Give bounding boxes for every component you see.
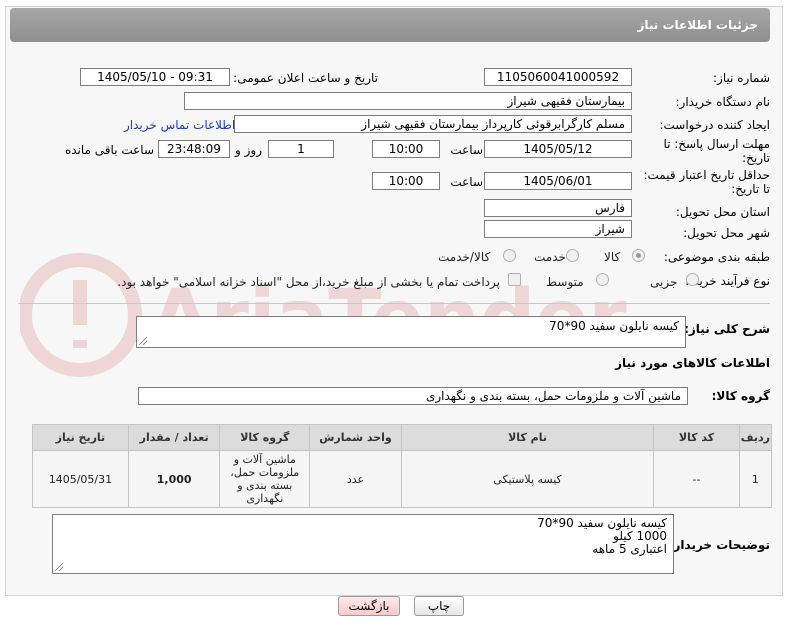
print-button[interactable]: چاپ [414, 596, 464, 616]
category-radio-both[interactable] [503, 249, 516, 262]
goods-group-field: ماشین آلات و ملزومات حمل، بسته بندی و نگ… [138, 387, 688, 405]
purchase-label-minor: جزیی [650, 275, 678, 289]
price-time-field: 10:00 [372, 172, 440, 190]
announce-datetime-field: 1405/05/10 - 09:31 [80, 68, 230, 86]
col-unit: واحد شمارش [309, 424, 402, 451]
reply-days-field: 1 [268, 140, 334, 158]
resize-grip-icon[interactable] [139, 337, 147, 345]
items-table: ردیف کد کالا نام کالا واحد شمارش گروه کا… [32, 424, 773, 508]
province-field: فارس [484, 199, 632, 217]
purchase-label-medium: متوسط [546, 275, 584, 289]
reply-time-field: 10:00 [372, 140, 440, 158]
buyer-org-field: بیمارستان فقیهی شیراز [184, 92, 632, 110]
remaining-time-field: 23:48:09 [158, 140, 230, 158]
buyer-notes-line: کیسه نایلون سفید 90*70 [537, 516, 667, 530]
price-date-field: 1405/06/01 [484, 172, 632, 190]
col-date: تاریخ نیاز [32, 424, 129, 451]
col-group: گروه کالا [219, 424, 311, 451]
purchase-radio-minor[interactable] [686, 273, 699, 286]
requester-field: مسلم کارگرابرقوئی کارپرداز بیمارستان فقی… [234, 115, 632, 133]
buyer-notes-line: 1000 کیلو [613, 529, 667, 543]
price-time-label: ساعت [450, 175, 483, 189]
cell-qty: 1,000 [127, 450, 221, 508]
cell-row-no: 1 [738, 450, 773, 508]
resize-grip-icon[interactable] [55, 563, 63, 571]
cell-unit: عدد [309, 450, 402, 508]
col-qty: تعداد / مقدار [127, 424, 221, 451]
back-button[interactable]: بازگشت [338, 596, 400, 616]
category-radio-goods[interactable] [632, 249, 645, 262]
announce-datetime-label: تاریخ و ساعت اعلان عمومی: [233, 71, 378, 85]
buyer-org-label: نام دستگاه خریدار: [675, 95, 771, 109]
col-name: نام کالا [400, 424, 655, 451]
city-label: شهر محل تحویل: [683, 226, 770, 240]
price-validity-label: حداقل تاریخ اعتبار قیمت: تا تاریخ: [643, 168, 770, 196]
col-code: کد کالا [653, 424, 740, 451]
col-row-no: ردیف [738, 424, 773, 451]
cell-group: ماشین آلات و ملزومات حمل، بسته بندی و نگ… [219, 450, 311, 508]
buyer-notes-textarea[interactable]: کیسه نایلون سفید 90*70 1000 کیلو اعتباری… [52, 514, 674, 574]
goods-info-heading: اطلاعات کالاهای مورد نیاز [615, 356, 770, 370]
category-radio-service[interactable] [566, 249, 579, 262]
cell-code: -- [653, 450, 740, 508]
need-number-label: شماره نیاز: [713, 71, 770, 85]
day-and-label: روز و [235, 143, 262, 157]
buyer-notes-label: توضیحات خریدار: [668, 538, 770, 552]
remaining-label: ساعت باقی مانده [64, 143, 154, 157]
requester-label: ایجاد کننده درخواست: [659, 118, 770, 132]
need-number-field: 1105060041000592 [484, 68, 632, 86]
province-label: استان محل تحویل: [675, 205, 770, 219]
table-row[interactable]: 1 -- کیسه پلاستیکی عدد ماشین آلات و ملزو… [32, 450, 773, 508]
general-desc-text: کیسه نایلون سفید 90*70 [549, 319, 679, 333]
category-label-goods: کالا [604, 250, 621, 264]
reply-time-label: ساعت [450, 143, 483, 157]
buyer-contact-link[interactable]: اطلاعات تماس خریدار [124, 118, 235, 132]
city-field: شیراز [484, 220, 632, 238]
divider [18, 303, 770, 304]
table-header-row: ردیف کد کالا نام کالا واحد شمارش گروه کا… [32, 424, 773, 451]
treasury-payment-note: پرداخت تمام یا بخشی از مبلغ خرید،از محل … [117, 275, 500, 289]
general-desc-label: شرح کلی نیاز: [684, 322, 770, 336]
reply-deadline-label: مهلت ارسال پاسخ: تا تاریخ: [663, 137, 770, 165]
goods-group-label: گروه کالا: [711, 389, 770, 403]
reply-date-field: 1405/05/12 [484, 140, 632, 158]
category-label-service: خدمت [534, 250, 566, 264]
general-desc-textarea[interactable]: کیسه نایلون سفید 90*70 [136, 316, 686, 348]
purchase-radio-medium[interactable] [596, 273, 609, 286]
buyer-notes-line: اعتباری 5 ماهه [592, 542, 667, 556]
category-label: طبقه بندی موضوعی: [663, 250, 770, 264]
page-title: جزئیات اطلاعات نیاز [10, 8, 770, 42]
cell-date: 1405/05/31 [32, 450, 129, 508]
category-label-both: کالا/خدمت [438, 250, 491, 264]
cell-name: کیسه پلاستیکی [400, 450, 655, 508]
treasury-payment-checkbox[interactable] [508, 273, 521, 286]
